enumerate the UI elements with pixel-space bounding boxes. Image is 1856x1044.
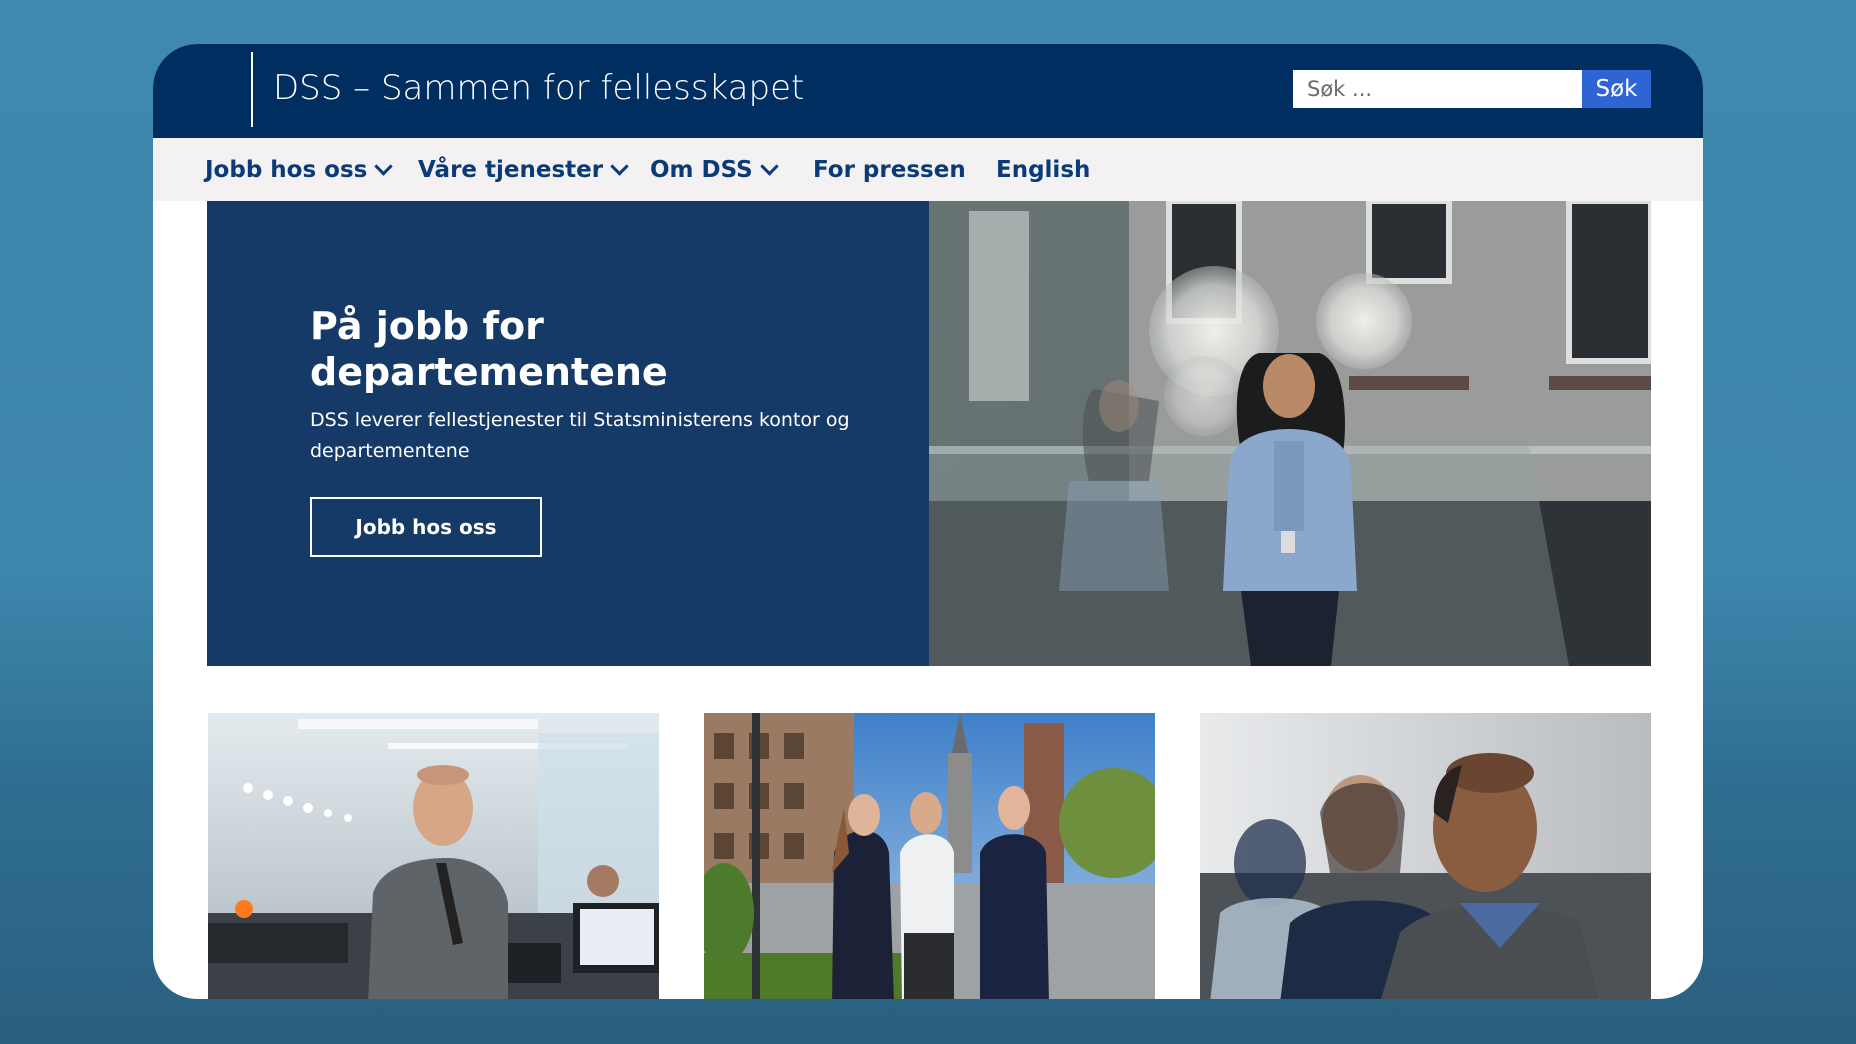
hero-photo [929,201,1651,666]
nav-item-jobb-hos-oss[interactable]: Jobb hos oss [205,138,394,201]
nav-item-label: Jobb hos oss [205,156,368,183]
hero-description: DSS leverer fellestjenester til Statsmin… [310,409,850,462]
hero-title: På jobb for departementene [310,304,668,394]
hero-banner: På jobb for departementene DSS leverer f… [207,201,1651,666]
main-nav: Jobb hos oss Våre tjenester Om DSS For p… [153,138,1703,201]
nav-item-label: English [996,156,1091,183]
office-worker-photo [208,713,659,999]
nav-item-label: Våre tjenester [418,156,604,183]
hero-text-panel: På jobb for departementene DSS leverer f… [207,201,929,666]
search-input[interactable] [1293,70,1595,108]
search-button[interactable]: Søk [1582,70,1651,108]
nav-item-label: For pressen [813,156,966,183]
nav-item-english[interactable]: English [996,138,1090,201]
chevron-down-icon [760,157,779,176]
site-header: DSS – Sammen for fellesskapet Søk [153,44,1703,138]
card-security-staff[interactable] [704,713,1155,999]
security-staff-photo [704,713,1155,999]
nav-item-for-pressen[interactable]: For pressen [813,138,966,201]
chevron-down-icon [610,157,629,176]
logo-divider [251,52,253,127]
smiling-man-photo [1200,713,1651,999]
hero-cta-button[interactable]: Jobb hos oss [310,497,542,557]
chevron-down-icon [374,157,394,176]
hero-photo-illustration [929,201,1651,666]
search-form: Søk [1293,70,1675,108]
card-office-worker[interactable] [208,713,659,999]
nav-item-om-dss[interactable]: Om DSS [650,138,779,201]
nav-item-label: Om DSS [650,156,753,183]
browser-window: DSS – Sammen for fellesskapet Søk Jobb h… [153,44,1703,999]
nav-item-vare-tjenester[interactable]: Våre tjenester [418,138,629,201]
card-smiling-man[interactable] [1200,713,1651,999]
site-title[interactable]: DSS – Sammen for fellesskapet [273,66,804,110]
